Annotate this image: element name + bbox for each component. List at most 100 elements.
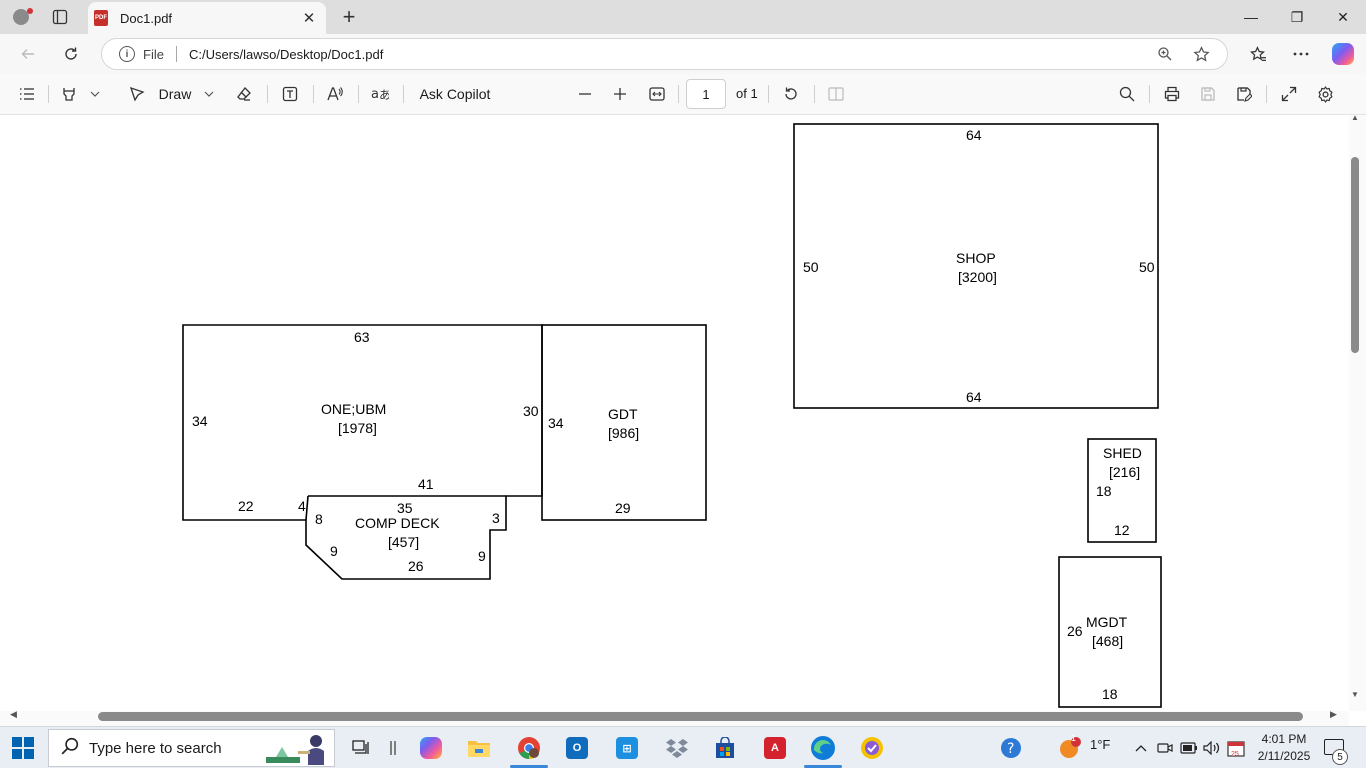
deck-dim-notch: 3 — [492, 510, 500, 526]
copilot-button[interactable] — [1329, 40, 1357, 68]
save-icon[interactable] — [1197, 82, 1219, 106]
acrobat-icon[interactable]: A — [760, 733, 790, 763]
scroll-right-arrow-icon[interactable]: ▶ — [1330, 709, 1337, 720]
address-bar[interactable]: i File C:/Users/lawso/Desktop/Doc1.pdf — [101, 38, 1228, 70]
save-as-icon[interactable] — [1233, 82, 1255, 106]
minimize-button[interactable]: — — [1228, 0, 1274, 34]
outlook-icon[interactable]: O — [562, 733, 592, 763]
scroll-up-arrow-icon[interactable]: ▲ — [1348, 115, 1362, 122]
draw-icon[interactable] — [126, 82, 148, 106]
new-tab-button[interactable]: + — [337, 4, 361, 29]
draw-button[interactable]: Draw — [157, 82, 193, 106]
pdf-toolbar: Draw aあ Ask Copilot 1 of 1 — [0, 74, 1366, 115]
page-view-icon[interactable] — [825, 82, 847, 106]
weather-icon[interactable] — [1055, 733, 1085, 763]
edge-icon[interactable] — [808, 733, 838, 763]
start-button[interactable] — [12, 737, 34, 759]
deck-dim-left: 8 — [315, 511, 323, 527]
ask-copilot-button[interactable]: Ask Copilot — [418, 82, 492, 106]
main-dim-top: 63 — [354, 329, 370, 345]
shop-dim-bottom: 64 — [966, 389, 982, 405]
deck-dim-right: 9 — [478, 548, 486, 564]
highlight-dropdown-chevron-icon[interactable] — [86, 82, 104, 106]
copilot-icon[interactable] — [416, 733, 446, 763]
site-info-icon[interactable]: i — [119, 46, 135, 62]
search-icon[interactable] — [1116, 82, 1138, 106]
restore-button[interactable]: ❐ — [1274, 0, 1320, 34]
norton-icon[interactable] — [857, 733, 887, 763]
rotate-icon[interactable] — [780, 82, 802, 106]
eraser-icon[interactable] — [233, 82, 255, 106]
contents-icon[interactable] — [16, 82, 38, 106]
main-dim-deck-side: 41 — [418, 476, 434, 492]
weather-temp[interactable]: 1°F — [1090, 737, 1110, 752]
clock[interactable]: 4:01 PM 2/11/2025 — [1252, 731, 1316, 765]
zoom-icon[interactable] — [1155, 44, 1175, 64]
toolbar-divider — [267, 85, 268, 103]
refresh-button[interactable] — [57, 40, 85, 68]
profile-avatar-icon[interactable] — [8, 5, 34, 29]
shop-dim-right: 50 — [1139, 259, 1155, 275]
clock-time: 4:01 PM — [1261, 732, 1307, 746]
back-button[interactable] — [14, 40, 42, 68]
shop-dim-left: 50 — [803, 259, 819, 275]
favorite-star-icon[interactable] — [1191, 44, 1211, 64]
highlight-icon[interactable] — [58, 82, 80, 106]
scroll-down-arrow-icon[interactable]: ▼ — [1348, 690, 1362, 699]
dropbox-icon[interactable] — [662, 733, 692, 763]
toolbar-divider — [48, 85, 49, 103]
mgdt-dim-bottom: 18 — [1102, 686, 1118, 702]
vertical-scroll-thumb[interactable] — [1351, 157, 1359, 353]
more-options-icon[interactable] — [1287, 40, 1315, 68]
main-dim-left: 34 — [192, 413, 208, 429]
pdf-viewer[interactable]: 63 34 30 ONE;UBM [1978] 22 4 41 34 GDT [… — [0, 115, 1366, 726]
store-icon[interactable] — [710, 733, 740, 763]
chrome-icon[interactable] — [514, 733, 544, 763]
network-app-icon[interactable]: ⊞ — [612, 733, 642, 763]
main-dim-notch: 4 — [298, 498, 306, 514]
calendar-icon[interactable] — [1221, 733, 1251, 763]
toolbar-divider — [768, 85, 769, 103]
tab-close-button[interactable]: ✕ — [298, 7, 320, 29]
page-number-input[interactable]: 1 — [686, 79, 726, 109]
draw-dropdown-chevron-icon[interactable] — [200, 82, 218, 106]
scheme-label: File — [143, 46, 164, 62]
text-box-icon[interactable] — [279, 82, 301, 106]
translate-icon[interactable]: aあ — [368, 82, 392, 106]
task-view-icon[interactable] — [346, 733, 376, 763]
shed-dim-left: 18 — [1096, 483, 1112, 499]
zoom-out-icon[interactable] — [574, 82, 596, 106]
favorites-icon[interactable] — [1244, 40, 1272, 68]
svg-text:a: a — [371, 87, 379, 102]
help-icon[interactable]: ? — [996, 733, 1026, 763]
shed-area: [216] — [1109, 464, 1140, 480]
garage-name: GDT — [608, 406, 638, 422]
file-explorer-icon[interactable] — [464, 733, 494, 763]
print-icon[interactable] — [1161, 82, 1183, 106]
toolbar-divider — [358, 85, 359, 103]
settings-icon[interactable] — [1314, 82, 1336, 106]
deck-dim-top: 35 — [397, 500, 413, 516]
tab-doc1[interactable]: PDF Doc1.pdf ✕ — [88, 2, 326, 34]
fit-page-icon[interactable] — [646, 82, 668, 106]
tab-actions-icon[interactable] — [48, 6, 72, 28]
main-name: ONE;UBM — [321, 401, 386, 417]
horizontal-scroll-thumb[interactable] — [98, 712, 1303, 721]
url-text[interactable]: C:/Users/lawso/Desktop/Doc1.pdf — [189, 47, 1155, 62]
clock-date: 2/11/2025 — [1257, 749, 1311, 763]
tab-title: Doc1.pdf — [120, 10, 173, 26]
toolbar-divider — [403, 85, 404, 103]
toolbar-divider — [1266, 85, 1267, 103]
deck-area: [457] — [388, 534, 419, 550]
fullscreen-icon[interactable] — [1278, 82, 1300, 106]
garage-area: [986] — [608, 425, 639, 441]
calendar-badge: 25 — [1231, 751, 1239, 758]
read-aloud-icon[interactable] — [324, 82, 346, 106]
search-icon — [61, 737, 79, 760]
zoom-in-icon[interactable] — [609, 82, 631, 106]
notification-count-badge: 5 — [1332, 749, 1348, 765]
close-window-button[interactable]: ✕ — [1320, 0, 1366, 34]
scroll-left-arrow-icon[interactable]: ◀ — [10, 709, 17, 720]
shop-dim-top: 64 — [966, 127, 982, 143]
search-highlight-illustration-icon — [266, 735, 324, 765]
